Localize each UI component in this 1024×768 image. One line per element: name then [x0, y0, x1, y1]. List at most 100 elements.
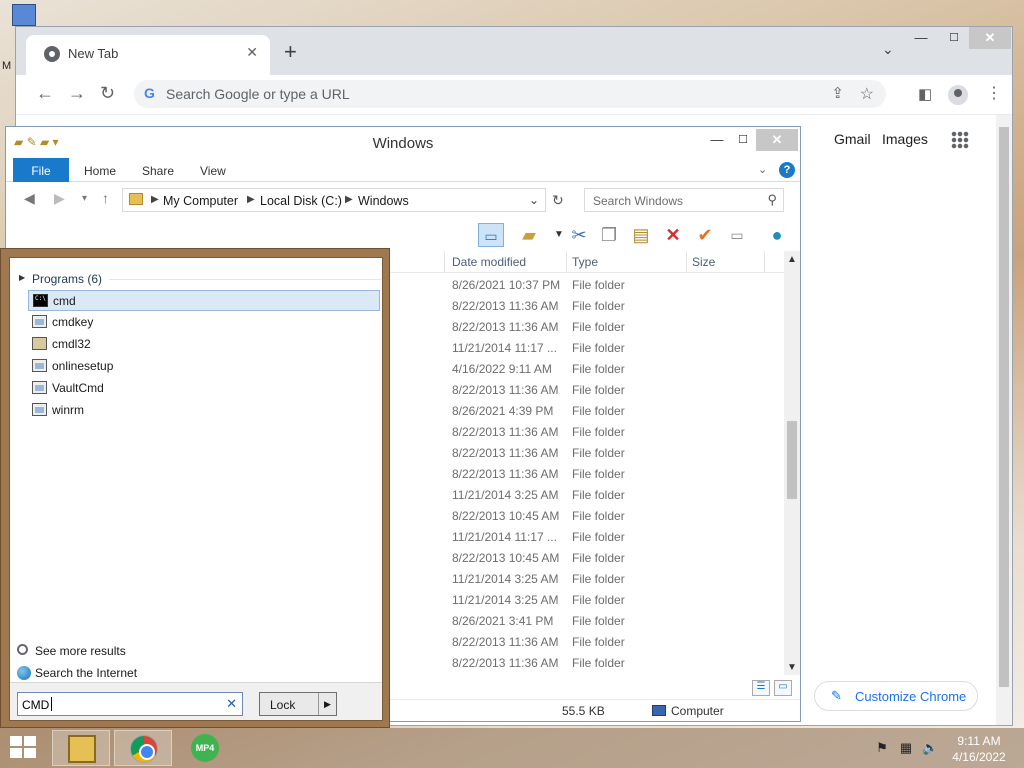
tab-file[interactable]: File [13, 158, 69, 182]
forward-circle-icon[interactable]: ▶ [54, 190, 65, 207]
side-panel-icon[interactable]: ◧ [918, 85, 932, 103]
system-clock[interactable]: 9:11 AM 4/16/2022 [944, 733, 1014, 765]
bookmark-star-icon[interactable]: ☆ [860, 84, 874, 104]
desktop-computer-icon[interactable] [12, 4, 36, 26]
tab-close-icon[interactable]: ✕ [246, 44, 258, 61]
explorer-close-button[interactable]: ✕ [756, 129, 798, 151]
list-item-cmd[interactable]: cmd [28, 290, 380, 311]
explorer-minimize-button[interactable]: — [704, 129, 730, 151]
column-divider[interactable] [444, 251, 445, 273]
taskbar-mp4-converter[interactable]: MP4 [176, 730, 234, 766]
images-link[interactable]: Images [882, 131, 928, 147]
row-type: File folder [572, 635, 625, 649]
chrome-minimize-button[interactable]: — [904, 27, 938, 49]
power-options-arrow-icon[interactable]: ▶ [318, 693, 336, 715]
lock-button[interactable]: Lock ▶ [259, 692, 337, 716]
gmail-link[interactable]: Gmail [834, 131, 871, 147]
row-type: File folder [572, 278, 625, 292]
back-arrow-icon[interactable]: ← [36, 83, 54, 104]
list-item-label: VaultCmd [52, 381, 104, 395]
column-divider[interactable] [686, 251, 687, 273]
column-divider[interactable] [764, 251, 765, 273]
breadcrumb-my-computer[interactable]: My Computer [163, 194, 238, 208]
omnibox[interactable]: G Search Google or type a URL ⇪ ☆ [134, 80, 886, 108]
checkmark-icon[interactable]: ✔ [692, 223, 718, 247]
customize-chrome-button[interactable]: ✎ Customize Chrome [814, 681, 978, 711]
taskbar-file-explorer[interactable] [52, 730, 110, 766]
explorer-maximize-button[interactable]: ☐ [730, 129, 756, 151]
details-view-icon[interactable]: ☰ [752, 680, 770, 696]
chrome-menu-icon[interactable]: ⋮ [986, 83, 1002, 103]
explorer-title: Windows [372, 135, 434, 152]
explorer-scrollbar[interactable]: ▲ ▼ [784, 251, 800, 675]
chrome-maximize-button[interactable]: ☐ [937, 27, 971, 49]
tab-search-chevron-icon[interactable]: ⌄ [882, 41, 894, 58]
address-dropdown-icon[interactable]: ⌄ [529, 193, 539, 207]
properties-icon[interactable]: ▭ [724, 223, 750, 247]
tab-view[interactable]: View [200, 158, 226, 182]
list-item-cmdl32[interactable]: cmdl32 [28, 334, 380, 355]
recent-locations-icon[interactable]: ▾ [82, 193, 87, 204]
list-item-winrm[interactable]: winrm [28, 400, 380, 421]
tab-share[interactable]: Share [142, 158, 174, 182]
column-size[interactable]: Size [692, 255, 715, 269]
row-date: 8/22/2013 10:45 AM [452, 551, 560, 565]
folder-check-icon[interactable]: ▰ [516, 223, 542, 247]
large-icons-view-icon[interactable]: ▭ [774, 680, 792, 696]
group-divider [109, 279, 381, 280]
paste-icon[interactable]: ▤ [628, 223, 654, 247]
list-item-cmdkey[interactable]: cmdkey [28, 312, 380, 333]
google-apps-icon[interactable] [951, 131, 969, 149]
breadcrumb-local-disk[interactable]: Local Disk (C:) [260, 194, 342, 208]
network-icon[interactable]: ▦ [898, 740, 914, 756]
column-date-modified[interactable]: Date modified [452, 255, 526, 269]
chrome-scrollbar[interactable] [996, 115, 1012, 725]
forward-arrow-icon[interactable]: → [68, 83, 86, 104]
taskbar-chrome[interactable] [114, 730, 172, 766]
new-tab-button[interactable]: + [284, 39, 297, 65]
breadcrumb-windows[interactable]: Windows [358, 194, 409, 208]
chevron-right-icon[interactable]: ▶ [247, 194, 255, 205]
start-search-input[interactable]: CMD ✕ [17, 692, 243, 716]
chevron-right-icon[interactable]: ▶ [345, 194, 353, 205]
address-bar[interactable]: ▶ My Computer ▶ Local Disk (C:) ▶ Window… [122, 188, 546, 212]
column-type[interactable]: Type [572, 255, 598, 269]
ribbon-expand-chevron-icon[interactable]: ⌄ [758, 163, 767, 176]
row-date: 8/22/2013 11:36 AM [452, 635, 559, 649]
reload-icon[interactable]: ↻ [100, 83, 115, 104]
up-arrow-icon[interactable]: ↑ [102, 190, 109, 206]
scroll-down-icon[interactable]: ▼ [787, 662, 797, 673]
column-divider[interactable] [566, 251, 567, 273]
help-icon[interactable]: ? [779, 162, 795, 178]
copy-icon[interactable]: ❐ [596, 223, 622, 247]
expand-triangle-icon[interactable]: ▶ [19, 273, 25, 282]
computer-icon [652, 705, 666, 716]
explorer-search-field[interactable]: Search Windows ⚲ [584, 188, 784, 212]
chevron-right-icon[interactable]: ▶ [151, 194, 159, 205]
delete-icon[interactable]: ✕ [660, 223, 686, 247]
chrome-close-button[interactable]: ✕ [969, 27, 1011, 49]
pencil-icon: ✎ [831, 688, 842, 703]
list-item-vaultcmd[interactable]: VaultCmd [28, 378, 380, 399]
clock-date: 4/16/2022 [952, 750, 1006, 764]
row-type: File folder [572, 509, 625, 523]
profile-avatar-icon[interactable] [948, 85, 968, 105]
view-pane-icon[interactable]: ▭ [478, 223, 504, 247]
tab-home[interactable]: Home [84, 158, 116, 182]
start-button[interactable] [10, 736, 38, 760]
programs-group-label: Programs (6) [32, 272, 103, 286]
chrome-scrollbar-thumb[interactable] [999, 127, 1009, 687]
action-center-flag-icon[interactable]: ⚑ [874, 740, 890, 756]
tab-new-tab[interactable]: New Tab ✕ [26, 35, 270, 75]
share-icon[interactable]: ⇪ [831, 84, 844, 102]
volume-muted-icon[interactable]: 🔈 [922, 740, 938, 756]
explorer-scrollbar-thumb[interactable] [787, 421, 797, 499]
list-item-onlinesetup[interactable]: onlinesetup [28, 356, 380, 377]
clear-search-icon[interactable]: ✕ [226, 696, 237, 712]
scroll-up-icon[interactable]: ▲ [787, 254, 797, 265]
row-date: 8/26/2021 10:37 PM [452, 278, 561, 292]
refresh-icon[interactable]: ↻ [552, 192, 564, 209]
back-circle-icon[interactable]: ◀ [24, 190, 35, 207]
globe-icon[interactable]: ● [764, 223, 790, 247]
cut-icon[interactable]: ✂ [566, 223, 592, 247]
